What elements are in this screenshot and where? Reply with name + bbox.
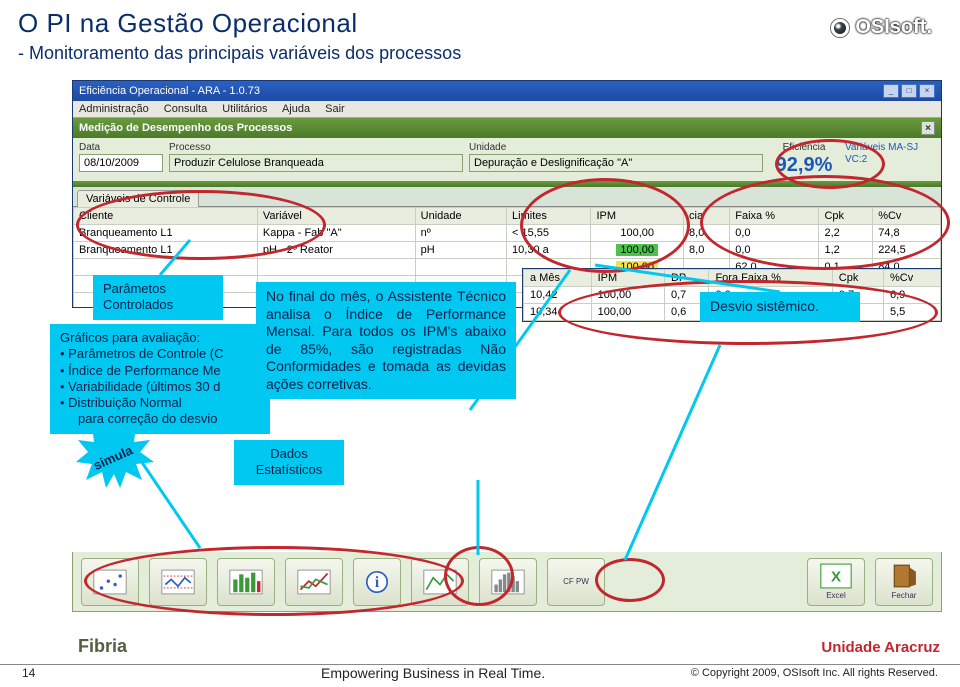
- callout-graficos: Gráficos para avaliação: • Parâmetros de…: [50, 324, 270, 434]
- callout-graficos-tail: para correção do desvio: [60, 411, 260, 427]
- callout-graficos-item-2: Variabilidade (últimos 30 d: [68, 379, 220, 394]
- callout-dados: Dados Estatísticos: [234, 440, 344, 485]
- callout-assistente: No final do mês, o Assistente Técnico an…: [256, 282, 516, 399]
- callout-desvio: Desvio sistêmico.: [700, 292, 860, 322]
- callout-graficos-title: Gráficos para avaliação:: [60, 330, 260, 346]
- callout-parametros: Parâmetos Controlados: [93, 275, 223, 320]
- callout-graficos-item-1: Índice de Performance Me: [68, 363, 220, 378]
- callout-graficos-item-3: Distribuição Normal: [68, 395, 181, 410]
- callout-graficos-item-0: Parâmetros de Controle (C: [68, 346, 223, 361]
